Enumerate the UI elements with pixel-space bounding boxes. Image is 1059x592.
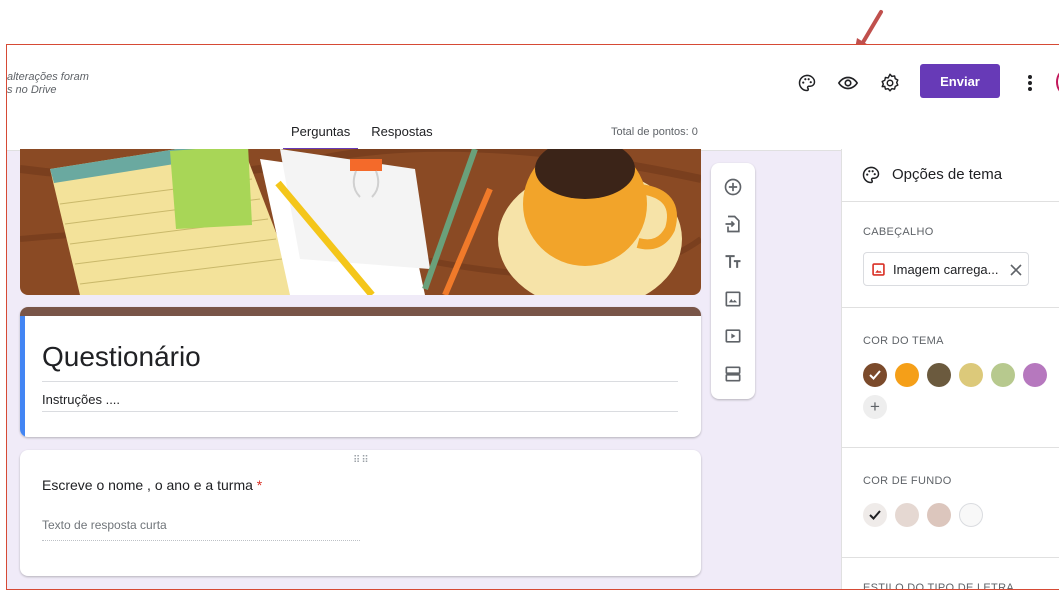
tab-questions[interactable]: Perguntas [283,117,359,151]
background-color-label: COR DE FUNDO [863,475,952,487]
add-title-icon[interactable] [721,250,745,274]
save-status: alterações foram s no Drive [7,71,89,97]
background-color-swatch[interactable] [895,503,919,527]
required-asterisk: * [256,477,263,493]
font-style-label: ESTILO DO TIPO DE LETRA [863,582,1014,590]
answer-underline [42,540,360,541]
add-custom-color-button[interactable]: + [863,395,887,419]
divider [842,307,1059,308]
tab-responses[interactable]: Respostas [363,117,440,151]
eye-icon[interactable] [834,69,862,97]
top-bar: alterações foram s no Drive Enviar Pergu… [7,45,1059,151]
add-question-icon[interactable] [721,175,745,199]
total-points: Total de pontos: 0 [611,126,698,138]
add-image-icon[interactable] [721,287,745,311]
close-icon[interactable] [1010,263,1022,281]
question-card[interactable]: ⠿⠿ Escreve o nome , o ano e a turma * Te… [20,450,701,576]
save-status-line2: s no Drive [7,84,57,96]
theme-color-swatch[interactable] [991,363,1015,387]
send-button[interactable]: Enviar [920,64,1000,98]
theme-color-swatch[interactable] [927,363,951,387]
palette-icon[interactable] [793,69,821,97]
header-image-name: Imagem carrega... [893,262,999,277]
gear-icon[interactable] [876,69,904,97]
header-image [20,149,701,295]
description-underline [42,411,678,412]
question-title[interactable]: Escreve o nome , o ano e a turma * [42,477,262,493]
background-color-swatch-selected[interactable] [863,503,887,527]
form-title-card: Questionário Instruções .... [20,307,701,437]
save-status-line1: alterações foram [7,71,89,83]
theme-color-swatch-selected[interactable] [863,363,887,387]
forms-editor-window: alterações foram s no Drive Enviar Pergu… [6,44,1059,590]
more-vert-icon[interactable] [1016,69,1044,97]
short-answer-placeholder: Texto de resposta curta [42,518,167,532]
theme-color-swatch[interactable] [895,363,919,387]
question-text: Escreve o nome , o ano e a turma [42,477,253,493]
form-description[interactable]: Instruções .... [42,392,120,407]
add-section-icon[interactable] [721,362,745,386]
theme-color-bar [20,307,701,316]
divider [842,557,1059,558]
form-title[interactable]: Questionário [42,341,201,373]
import-questions-icon[interactable] [721,212,745,236]
floating-toolbar [711,163,755,399]
theme-color-swatch[interactable] [1023,363,1047,387]
drag-handle-icon[interactable]: ⠿⠿ [353,455,370,466]
divider [842,447,1059,448]
add-video-icon[interactable] [721,324,745,348]
image-icon [872,263,885,281]
header-section-label: CABEÇALHO [863,226,934,238]
theme-color-label: COR DO TEMA [863,335,944,347]
header-image-chip[interactable]: Imagem carrega... [863,252,1029,286]
panel-title: Opções de tema [892,166,1003,183]
theme-color-swatch[interactable] [959,363,983,387]
background-color-swatch[interactable] [927,503,951,527]
check-icon [869,510,881,520]
theme-options-panel: Opções de tema CABEÇALHO Imagem carrega.… [841,149,1059,590]
palette-icon [861,165,881,190]
title-underline [42,381,678,382]
panel-header: Opções de tema [842,149,1059,202]
background-color-swatch[interactable] [959,503,983,527]
check-icon [869,370,881,380]
tab-bar: Perguntas Respostas [283,117,446,151]
active-indicator [20,316,25,437]
